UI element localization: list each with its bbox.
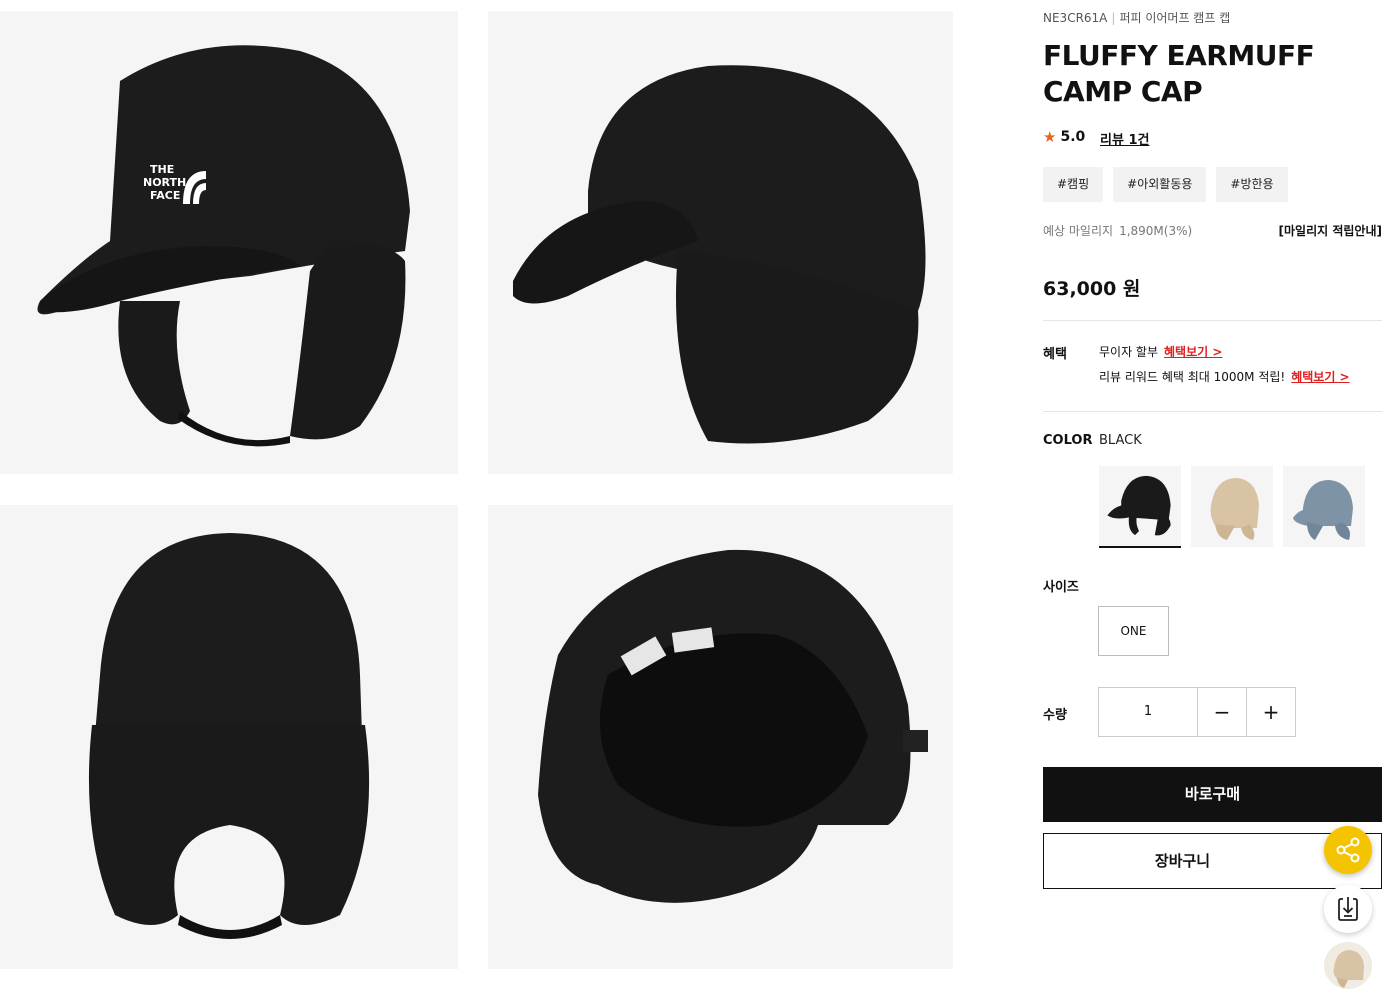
divider <box>1043 411 1382 412</box>
benefit-installment: 무이자 할부 혜택보기 > <box>1099 343 1222 360</box>
size-label: 사이즈 <box>1043 580 1079 595</box>
color-label: COLOR <box>1043 433 1093 448</box>
selected-color: BLACK <box>1099 433 1142 448</box>
quantity-stepper: 1 − + <box>1098 687 1296 737</box>
divider <box>1043 320 1382 321</box>
mileage-guide-link[interactable]: [마일리지 적립안내] <box>1279 222 1382 239</box>
cap-thumbnail-beige <box>1210 478 1259 540</box>
product-title: FLUFFY EARMUFF CAMP CAP <box>1043 39 1315 108</box>
review-count-link[interactable]: 리뷰 1건 <box>1100 129 1149 148</box>
benefit-review-link[interactable]: 혜택보기 > <box>1291 370 1349 384</box>
benefit-installment-link[interactable]: 혜택보기 > <box>1164 345 1222 359</box>
rating-value: 5.0 <box>1060 129 1086 145</box>
product-image-side[interactable] <box>488 11 953 474</box>
share-icon <box>1336 837 1360 863</box>
buy-now-button[interactable]: 바로구매 <box>1043 767 1382 822</box>
cap-back-illustration <box>88 533 370 939</box>
add-to-cart-label: 장바구니 <box>1154 852 1211 870</box>
svg-text:NORTH: NORTH <box>143 176 186 189</box>
quantity-decrease-button[interactable]: − <box>1198 688 1247 736</box>
svg-text:THE: THE <box>150 163 174 176</box>
rating: ★ 5.0 <box>1043 128 1085 146</box>
mileage-label: 예상 마일리지 <box>1043 224 1114 238</box>
product-code-value: NE3CR61A <box>1043 11 1108 25</box>
tag-list: #캠핑 #아외활동용 #방한용 <box>1043 167 1288 202</box>
mileage-value: 1,890M(3%) <box>1119 224 1193 238</box>
tag-item[interactable]: #아외활동용 <box>1113 167 1207 202</box>
price: 63,000 원 <box>1043 278 1141 300</box>
share-button[interactable] <box>1324 826 1372 874</box>
product-image-back[interactable] <box>0 505 458 969</box>
recent-product-image <box>1333 950 1364 988</box>
product-code: NE3CR61A | 퍼피 이어머프 캠프 캡 <box>1043 11 1231 25</box>
download-icon <box>1338 897 1358 921</box>
download-button[interactable] <box>1324 885 1372 933</box>
star-icon: ★ <box>1043 128 1057 146</box>
cap-thumbnail-black <box>1107 475 1171 536</box>
cap-thumbnail-blue-grey <box>1293 480 1353 540</box>
product-image-inside[interactable] <box>488 505 953 969</box>
size-option-one[interactable]: ONE <box>1098 606 1169 656</box>
color-swatch-blue-grey[interactable] <box>1283 466 1365 547</box>
quantity-increase-button[interactable]: + <box>1247 688 1295 736</box>
color-swatch-beige[interactable] <box>1191 466 1273 547</box>
color-swatch-black[interactable] <box>1099 466 1181 548</box>
product-korean-name: 퍼피 이어머프 캠프 캡 <box>1119 11 1231 25</box>
quantity-label: 수량 <box>1043 708 1067 723</box>
tag-item[interactable]: #방한용 <box>1216 167 1288 202</box>
svg-text:FACE: FACE <box>150 189 180 202</box>
cap-front-illustration: THE NORTH FACE <box>37 45 410 447</box>
expected-mileage: 예상 마일리지 1,890M(3%) <box>1043 222 1192 239</box>
cap-inside-illustration <box>538 549 928 903</box>
benefit-review-text: 리뷰 리워드 혜택 최대 1000M 적립! <box>1099 370 1286 384</box>
quantity-input[interactable]: 1 <box>1099 688 1198 736</box>
benefits-label: 혜택 <box>1043 347 1067 362</box>
recent-product-thumbnail[interactable] <box>1324 942 1372 989</box>
benefit-review-reward: 리뷰 리워드 혜택 최대 1000M 적립! 혜택보기 > <box>1099 368 1350 385</box>
benefit-installment-text: 무이자 할부 <box>1099 345 1159 359</box>
product-image-front[interactable]: THE NORTH FACE <box>0 11 458 474</box>
cap-side-illustration <box>513 65 926 444</box>
tag-item[interactable]: #캠핑 <box>1043 167 1104 202</box>
